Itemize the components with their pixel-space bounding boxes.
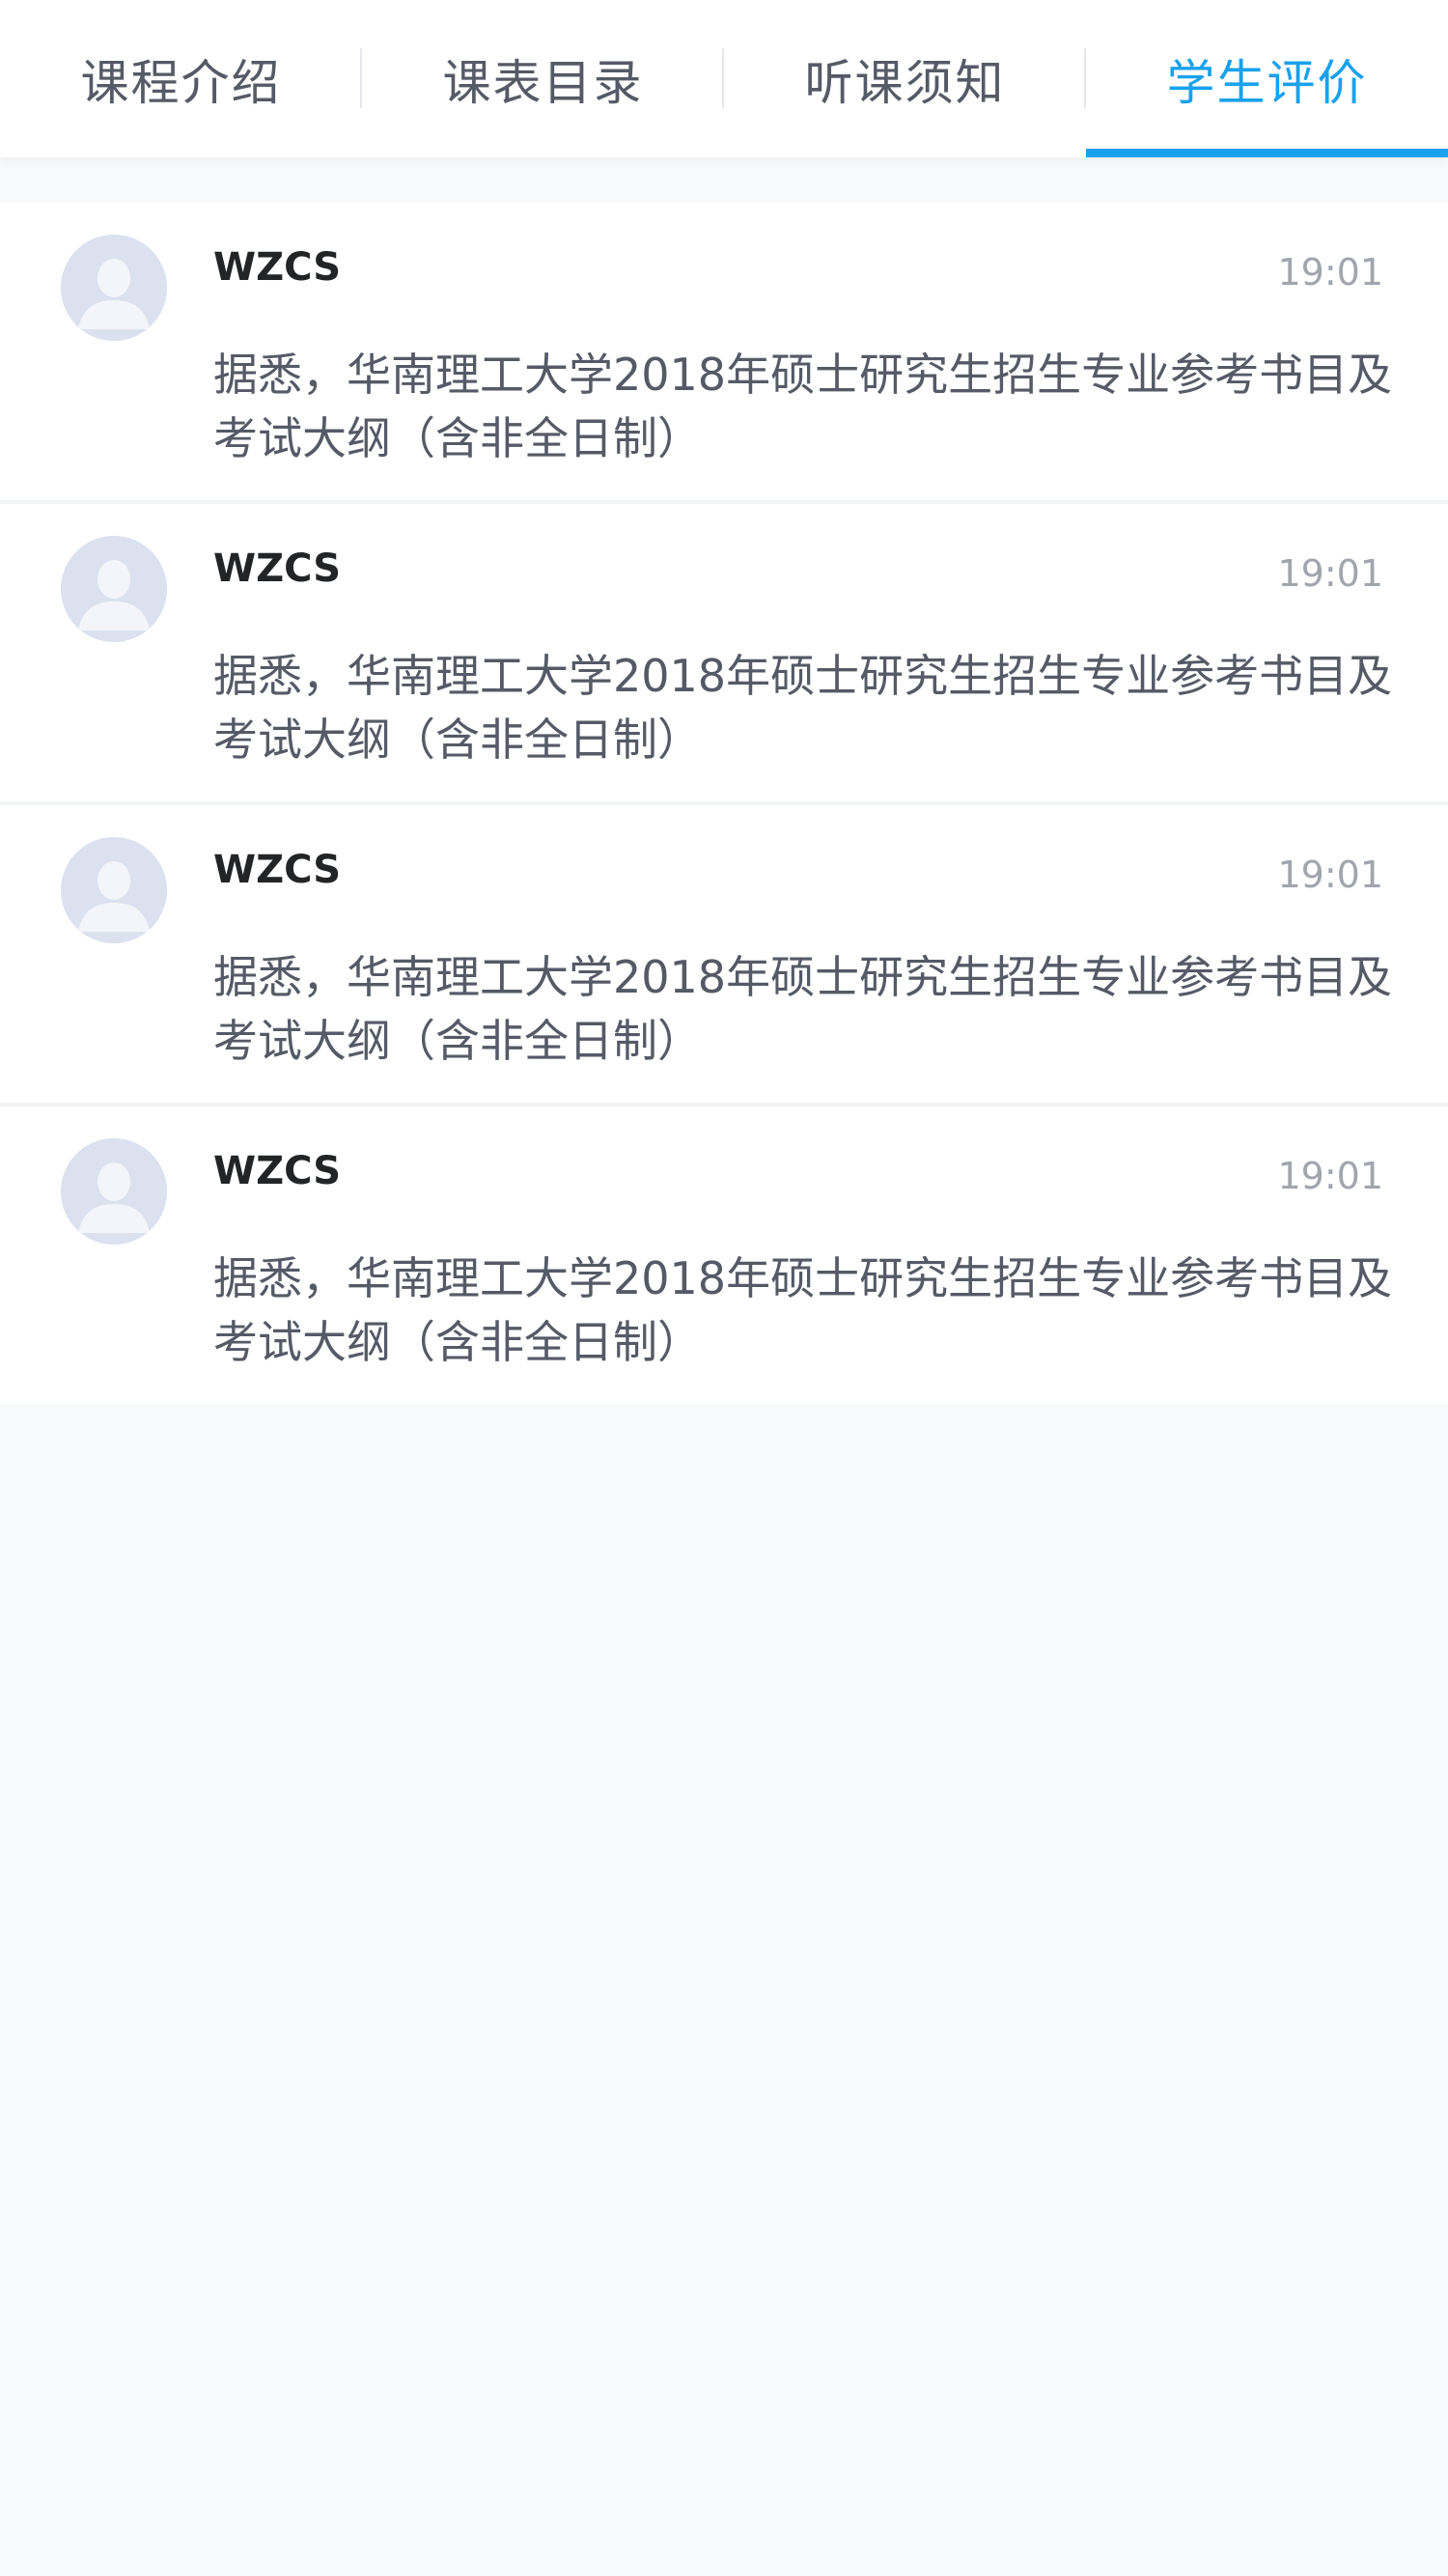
tab-schedule[interactable]: 课表目录	[362, 0, 724, 157]
review-item: WZCS 19:01 据悉，华南理工大学2018年硕士研究生招生专业参考书目及考…	[0, 805, 1448, 1106]
tab-student-reviews[interactable]: 学生评价	[1086, 0, 1448, 157]
review-content: 据悉，华南理工大学2018年硕士研究生招生专业参考书目及考试大纲（含非全日制）	[213, 349, 1393, 464]
user-avatar-icon	[61, 235, 167, 341]
review-username: WZCS	[213, 245, 342, 290]
review-time: 19:01	[1277, 251, 1383, 294]
review-username: WZCS	[213, 546, 342, 591]
review-list: WZCS 19:01 据悉，华南理工大学2018年硕士研究生招生专业参考书目及考…	[0, 203, 1448, 1404]
tab-label: 听课须知	[804, 54, 1006, 111]
tab-bar: 课程介绍 课表目录 听课须知 学生评价	[0, 0, 1448, 157]
review-content: 据悉，华南理工大学2018年硕士研究生招生专业参考书目及考试大纲（含非全日制）	[213, 650, 1393, 766]
user-avatar-icon	[61, 837, 167, 943]
review-username: WZCS	[213, 848, 342, 892]
user-avatar-icon	[61, 536, 167, 642]
review-item: WZCS 19:01 据悉，华南理工大学2018年硕士研究生招生专业参考书目及考…	[0, 504, 1448, 805]
tab-label: 课表目录	[442, 54, 644, 111]
review-item: WZCS 19:01 据悉，华南理工大学2018年硕士研究生招生专业参考书目及考…	[0, 1106, 1448, 1404]
tab-label: 学生评价	[1166, 54, 1368, 111]
review-item: WZCS 19:01 据悉，华南理工大学2018年硕士研究生招生专业参考书目及考…	[0, 203, 1448, 504]
review-time: 19:01	[1277, 1155, 1383, 1197]
user-avatar-icon	[61, 1138, 167, 1245]
tab-label: 课程介绍	[80, 54, 282, 111]
review-time: 19:01	[1277, 854, 1383, 896]
tab-course-intro[interactable]: 课程介绍	[0, 0, 362, 157]
review-time: 19:01	[1277, 552, 1383, 595]
review-content: 据悉，华南理工大学2018年硕士研究生招生专业参考书目及考试大纲（含非全日制）	[213, 1252, 1393, 1368]
review-username: WZCS	[213, 1149, 342, 1193]
review-content: 据悉，华南理工大学2018年硕士研究生招生专业参考书目及考试大纲（含非全日制）	[213, 951, 1393, 1067]
tab-notice[interactable]: 听课须知	[724, 0, 1086, 157]
